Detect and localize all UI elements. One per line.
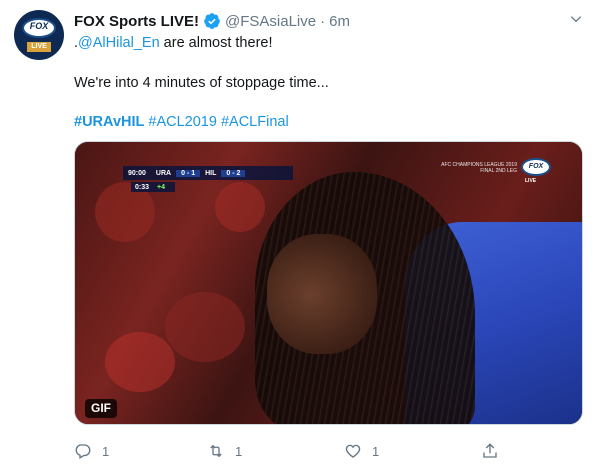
crowd-blur bbox=[165, 292, 245, 362]
retweet-count: 1 bbox=[235, 443, 243, 459]
chevron-down-icon[interactable] bbox=[569, 12, 583, 26]
retweet-button[interactable]: 1 bbox=[207, 440, 242, 462]
competition-title: AFC CHAMPIONS LEAGUE 2019 FINAL 2ND LEG bbox=[441, 162, 517, 174]
added-time: +4 bbox=[157, 183, 165, 191]
reply-icon bbox=[75, 444, 91, 459]
crowd-blur bbox=[105, 332, 175, 392]
heart-icon bbox=[345, 444, 361, 458]
reply-button[interactable]: 1 bbox=[74, 440, 109, 462]
hashtag-link[interactable]: #ACLFinal bbox=[221, 114, 289, 130]
tweet-actions: 1 1 1 bbox=[74, 440, 504, 462]
broadcaster-logo-icon: FOX bbox=[521, 158, 551, 176]
broadcaster-live: LIVE bbox=[525, 178, 537, 184]
scorebug-aggregate: 0 - 2 bbox=[221, 169, 246, 177]
handle[interactable]: @FSAsiaLive bbox=[225, 13, 316, 30]
scorebug-away: HIL bbox=[205, 169, 217, 177]
scorebug-home: URA bbox=[155, 169, 172, 177]
gif-media[interactable]: 90:00 URA 0 - 1 HIL 0 - 2 0:33 +4 AFC CH… bbox=[74, 141, 583, 425]
tweet: FOX LIVE FOX Sports LIVE! @FSAsiaLive · … bbox=[0, 0, 598, 472]
tweet-text-line-1: .@AlHilal_En are almost there! bbox=[74, 33, 272, 53]
share-button[interactable] bbox=[481, 440, 499, 462]
scorebug-main: 90:00 URA 0 - 1 HIL 0 - 2 bbox=[123, 166, 293, 180]
like-count: 1 bbox=[372, 443, 380, 459]
share-icon bbox=[483, 443, 497, 458]
retweet-icon bbox=[210, 444, 222, 458]
player-face bbox=[267, 234, 377, 354]
tweet-text-suffix: are almost there! bbox=[159, 35, 273, 51]
scorebug-score: 0 - 1 bbox=[176, 169, 201, 177]
timestamp[interactable]: 6m bbox=[329, 13, 350, 30]
like-button[interactable]: 1 bbox=[344, 440, 379, 462]
scorebug-clock: 90:00 bbox=[128, 169, 146, 177]
verified-badge-icon bbox=[204, 13, 220, 29]
avatar[interactable]: FOX LIVE bbox=[14, 10, 64, 60]
tweet-header: FOX Sports LIVE! @FSAsiaLive · 6m bbox=[74, 11, 350, 31]
reply-count: 1 bbox=[102, 443, 110, 459]
tweet-text-line-2: We're into 4 minutes of stoppage time... bbox=[74, 75, 329, 91]
hashtag-link[interactable]: #URAvHIL bbox=[74, 114, 144, 130]
hashtags: #URAvHIL #ACL2019 #ACLFinal bbox=[74, 112, 289, 132]
display-name[interactable]: FOX Sports LIVE! bbox=[74, 13, 199, 30]
avatar-live-tag: LIVE bbox=[27, 42, 51, 52]
gif-badge: GIF bbox=[85, 399, 117, 418]
stoppage-elapsed: 0:33 bbox=[135, 183, 150, 191]
scorebug: 90:00 URA 0 - 1 HIL 0 - 2 0:33 +4 bbox=[123, 166, 293, 194]
avatar-logo-text: FOX bbox=[29, 21, 49, 31]
hashtag-link[interactable]: #ACL2019 bbox=[148, 114, 217, 130]
mention-link[interactable]: @AlHilal_En bbox=[78, 35, 160, 51]
scorebug-stoppage: 0:33 +4 bbox=[131, 182, 175, 192]
separator-dot: · bbox=[320, 12, 326, 30]
